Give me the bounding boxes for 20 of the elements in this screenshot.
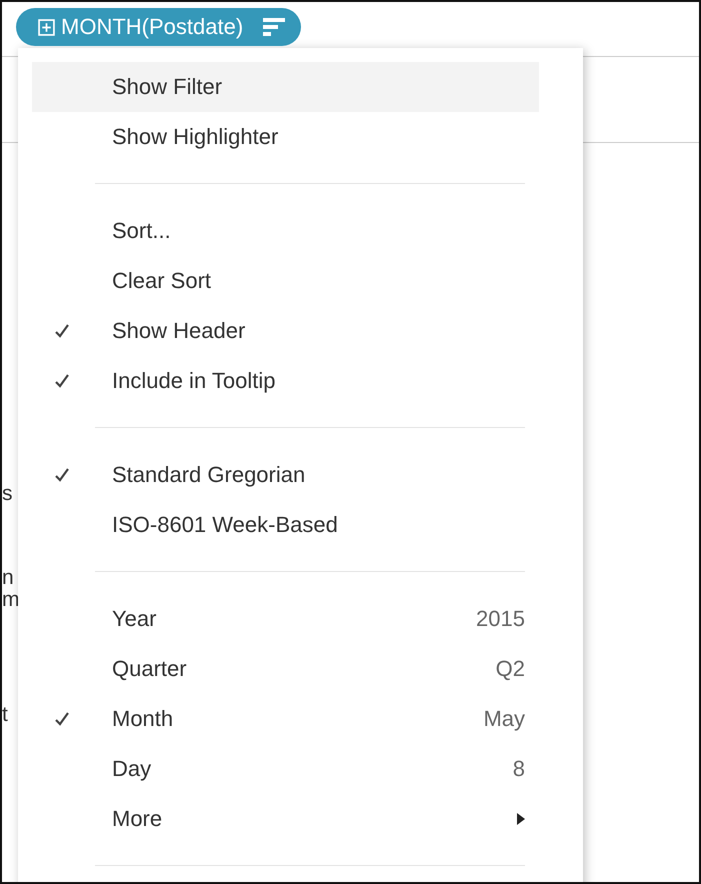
menu-item[interactable]: Day 8 (32, 744, 539, 794)
menu-item[interactable]: Month May (32, 694, 539, 744)
menu-item[interactable]: Clear Sort (32, 256, 539, 306)
menu-item[interactable]: Show Header (32, 306, 539, 356)
text-fragment: m (2, 588, 20, 612)
menu-item[interactable]: Show Filter (32, 62, 539, 112)
menu-item[interactable]: Include in Tooltip (32, 356, 539, 406)
menu-item[interactable]: Quarter Q2 (32, 644, 539, 694)
text-fragment: s (2, 482, 12, 506)
text-fragment: t (2, 703, 8, 727)
menu-item[interactable]: More (32, 794, 539, 844)
submenu-arrow-icon (517, 813, 525, 825)
expand-icon[interactable] (38, 18, 55, 36)
menu-item[interactable]: ISO-8601 Week-Based (32, 500, 539, 550)
menu-item[interactable]: Year 2015 (32, 594, 539, 644)
menu-item[interactable]: Standard Gregorian (32, 450, 539, 500)
sort-icon[interactable] (263, 17, 286, 37)
menu-item[interactable]: Sort... (32, 206, 539, 256)
text-fragment: n (2, 566, 14, 590)
menu-item[interactable]: Show Highlighter (32, 112, 539, 162)
